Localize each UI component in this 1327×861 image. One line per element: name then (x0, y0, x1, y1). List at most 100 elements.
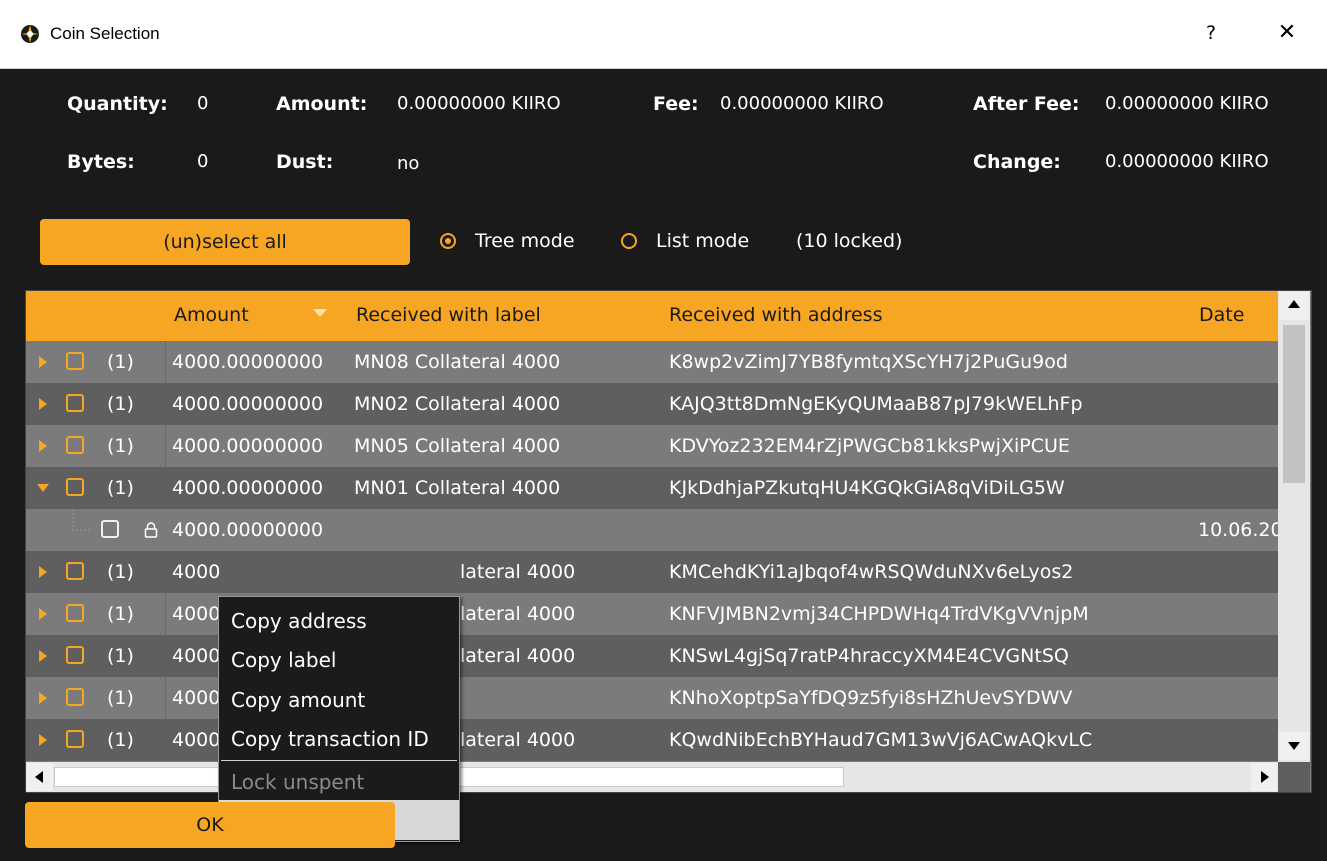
quantity-label: Quantity: (67, 93, 168, 115)
row-address: KNhoXoptpSaYfDQ9z5fyi8sHZhUevSYDWV (669, 687, 1073, 709)
table-row[interactable]: (1) 4000.00000000 MN01 Collateral 4000 K… (26, 467, 1278, 509)
after-fee-label: After Fee: (973, 93, 1080, 115)
row-amount: 4000.00000000 (172, 477, 324, 499)
ok-button[interactable]: OK (25, 802, 395, 848)
table-row[interactable]: (1) 4000.00000000 MN02 Collateral 4000 K… (26, 383, 1278, 425)
row-count: (1) (107, 729, 134, 751)
row-address: KNSwL4gjSq7ratP4hraccyXM4E4CVGNtSQ (669, 645, 1069, 667)
menu-copy-transaction-id[interactable]: Copy transaction ID (219, 719, 459, 759)
row-label: MN02 Collateral 4000 (354, 393, 561, 415)
expand-arrow-icon[interactable] (39, 734, 47, 746)
expand-arrow-icon[interactable] (39, 440, 47, 452)
lock-icon (144, 522, 158, 538)
row-amount: 4000 (172, 645, 221, 667)
row-checkbox[interactable] (66, 562, 84, 580)
menu-copy-amount[interactable]: Copy amount (219, 680, 459, 720)
row-checkbox[interactable] (101, 520, 119, 538)
row-checkbox[interactable] (66, 604, 84, 622)
scrollbar-corner (1278, 762, 1310, 792)
menu-separator (221, 760, 457, 761)
fee-label: Fee: (653, 93, 699, 115)
expand-arrow-icon[interactable] (39, 398, 47, 410)
row-count: (1) (107, 477, 134, 499)
change-label: Change: (973, 151, 1061, 173)
menu-copy-address[interactable]: Copy address (219, 601, 459, 641)
row-count: (1) (107, 561, 134, 583)
change-value: 0.00000000 KIIRO (1105, 151, 1269, 172)
table-row[interactable]: (1) 4000 lateral 4000 KMCehdKYi1aJbqof4w… (26, 551, 1278, 593)
row-checkbox[interactable] (66, 478, 84, 496)
horizontal-scrollbar[interactable] (26, 762, 1278, 792)
row-amount: 4000.00000000 (172, 519, 324, 541)
table-row[interactable]: (1) 4000 KNhoXoptpSaYfDQ9z5fyi8sHZhUevSY… (26, 677, 1278, 719)
bytes-value: 0 (197, 151, 209, 172)
list-mode-label[interactable]: List mode (656, 230, 749, 252)
locked-count: (10 locked) (796, 230, 903, 252)
close-button[interactable]: ✕ (1272, 18, 1302, 48)
row-checkbox[interactable] (66, 688, 84, 706)
sort-descending-icon (313, 309, 327, 317)
vertical-scrollbar[interactable] (1278, 291, 1310, 762)
scroll-up-button[interactable] (1279, 292, 1309, 320)
column-date[interactable]: Date (1199, 304, 1244, 326)
after-fee-value: 0.00000000 KIIRO (1105, 93, 1269, 114)
table-row[interactable]: (1) 4000 lateral 4000 KNSwL4gjSq7ratP4hr… (26, 635, 1278, 677)
table-row-child[interactable]: 4000.00000000 10.06.20 (26, 509, 1283, 551)
row-address: KNFVJMBN2vmj34CHPDWHq4TrdVKgVVnjpM (669, 603, 1089, 625)
column-amount[interactable]: Amount (174, 304, 249, 326)
column-address[interactable]: Received with address (669, 304, 882, 326)
row-checkbox[interactable] (66, 394, 84, 412)
arrow-left-icon (35, 771, 43, 783)
row-label: MN05 Collateral 4000 (354, 435, 561, 457)
expand-arrow-icon[interactable] (39, 608, 47, 620)
tree-mode-label[interactable]: Tree mode (475, 230, 575, 252)
row-address: KJkDdhjaPZkutqHU4KGQkGiA8qViDiLG5W (669, 477, 1065, 499)
row-checkbox[interactable] (66, 730, 84, 748)
arrow-up-icon (1288, 300, 1300, 308)
expand-arrow-icon[interactable] (39, 692, 47, 704)
scroll-left-button[interactable] (27, 763, 53, 791)
list-mode-radio[interactable] (621, 233, 637, 249)
arrow-right-icon (1261, 771, 1269, 783)
menu-copy-label[interactable]: Copy label (219, 640, 459, 680)
row-label: MN08 Collateral 4000 (354, 351, 561, 373)
row-checkbox[interactable] (66, 352, 84, 370)
table-row[interactable]: (1) 4000 lateral 4000 KNFVJMBN2vmj34CHPD… (26, 593, 1278, 635)
row-amount: 4000.00000000 (172, 393, 324, 415)
table-row[interactable]: (1) 4000.00000000 MN08 Collateral 4000 K… (26, 341, 1278, 383)
row-amount: 4000.00000000 (172, 351, 324, 373)
row-amount: 4000 (172, 729, 221, 751)
expand-arrow-icon[interactable] (39, 566, 47, 578)
arrow-down-icon (1288, 742, 1300, 750)
amount-label: Amount: (276, 93, 368, 115)
row-address: K8wp2vZimJ7YB8fymtqXScYH7j2PuGu9od (669, 351, 1068, 373)
collapse-arrow-icon[interactable] (37, 484, 49, 492)
table-row[interactable]: (1) 4000.00000000 MN05 Collateral 4000 K… (26, 425, 1278, 467)
vertical-scroll-thumb[interactable] (1283, 325, 1305, 483)
coin-selection-body: Quantity: 0 Amount: 0.00000000 KIIRO Fee… (0, 69, 1327, 861)
row-amount: 4000 (172, 561, 221, 583)
table-header: Amount Received with label Received with… (26, 291, 1278, 341)
scroll-down-button[interactable] (1279, 732, 1309, 760)
row-count: (1) (107, 351, 134, 373)
expand-arrow-icon[interactable] (39, 356, 47, 368)
row-address: KDVYoz232EM4rZjPWGCb81kksPwjXiPCUE (669, 435, 1070, 457)
expand-arrow-icon[interactable] (39, 650, 47, 662)
row-checkbox[interactable] (66, 436, 84, 454)
row-count: (1) (107, 645, 134, 667)
row-count: (1) (107, 687, 134, 709)
row-amount: 4000 (172, 603, 221, 625)
amount-value: 0.00000000 KIIRO (397, 93, 561, 114)
tree-mode-radio[interactable] (440, 233, 456, 249)
window-title: Coin Selection (50, 24, 160, 43)
column-label[interactable]: Received with label (356, 304, 541, 326)
menu-lock-unspent: Lock unspent (231, 770, 365, 794)
row-label: lateral 4000 (460, 729, 576, 751)
row-checkbox[interactable] (66, 646, 84, 664)
tree-branch-line (72, 509, 92, 531)
help-button[interactable]: ? (1196, 18, 1226, 48)
scroll-right-button[interactable] (1251, 763, 1277, 791)
unselect-all-button[interactable]: (un)select all (40, 219, 410, 265)
table-row[interactable]: (1) 4000 lateral 4000 KQwdNibEchBYHaud7G… (26, 719, 1278, 761)
row-label: lateral 4000 (460, 561, 576, 583)
